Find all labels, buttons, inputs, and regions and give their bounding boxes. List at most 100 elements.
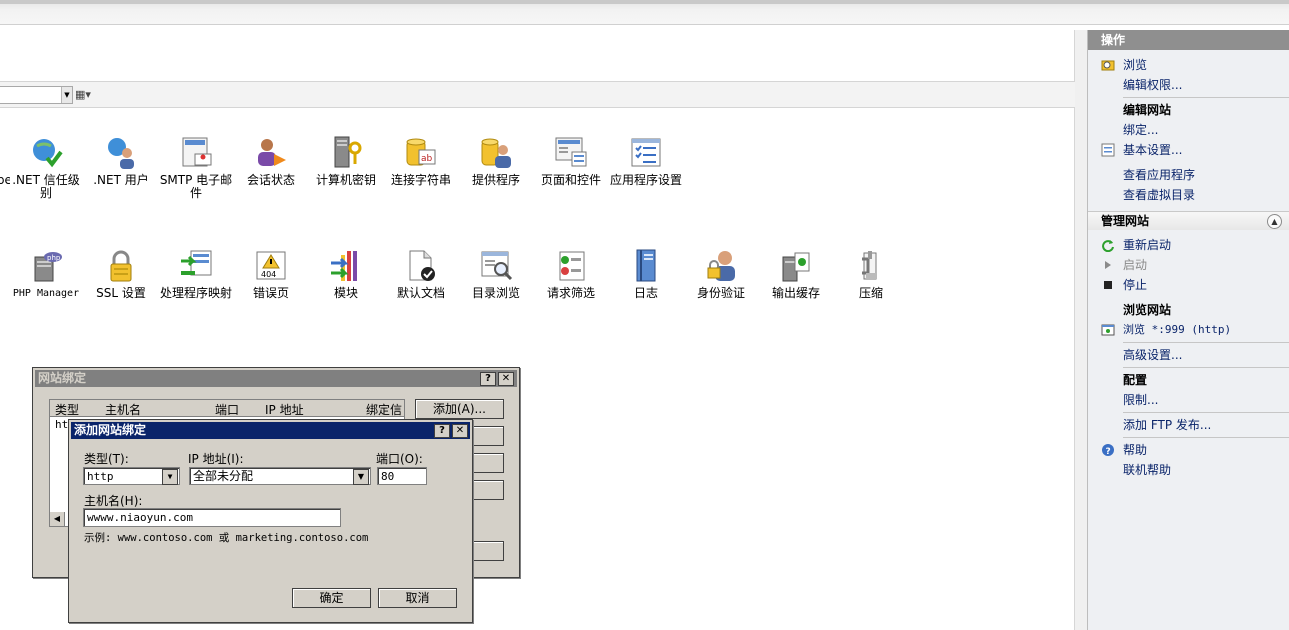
column-header[interactable]: IP 地址 (265, 401, 304, 418)
features-toolbar: ▼ ▦▾ (0, 81, 1075, 108)
cancel-button[interactable]: 取消 (378, 588, 457, 608)
close-icon[interactable]: ✕ (452, 424, 468, 438)
feature-php-manager[interactable]: php PHP Manager (8, 249, 84, 300)
feature-providers[interactable]: 提供程序 (458, 136, 534, 187)
limits-action[interactable]: 限制... (1088, 390, 1289, 410)
feature-label: 错误页 (252, 286, 289, 300)
column-header[interactable]: 类型 (55, 401, 79, 418)
help-action[interactable]: ? 帮助 (1088, 440, 1289, 460)
online-help-action[interactable]: 联机帮助 (1088, 460, 1289, 480)
actions-panel: 操作 浏览 编辑权限... 编辑网站 绑定... 基本设置... 查看应用程序 … (1087, 30, 1289, 630)
browser-window-icon (1101, 324, 1115, 336)
type-select[interactable]: http ▼ (83, 467, 180, 485)
feature-label: 日志 (633, 286, 658, 300)
config-header: 配置 (1088, 370, 1289, 390)
collapse-icon[interactable]: ▲ (1267, 214, 1282, 229)
settings-page-icon (1101, 143, 1115, 157)
port-label: 端口(O): (376, 452, 423, 466)
action-label: 浏览 *:999 (http) (1123, 323, 1232, 336)
divider (1123, 367, 1289, 368)
action-label: 绑定... (1123, 123, 1159, 137)
feature-pages-controls[interactable]: 页面和控件 (533, 136, 609, 187)
feature-dotnet-trust[interactable]: .NET 信任级别 (8, 136, 84, 200)
divider (1123, 97, 1289, 98)
start-action[interactable]: 启动 (1088, 255, 1289, 275)
feature-dotnet-users[interactable]: .NET 用户 (83, 136, 159, 187)
feature-session-state[interactable]: 会话状态 (233, 136, 309, 187)
edit-permissions-action[interactable]: 编辑权限... (1088, 75, 1289, 95)
chevron-down-icon[interactable]: ▼ (162, 469, 178, 485)
basic-settings-action[interactable]: 基本设置... (1088, 140, 1289, 160)
example-text: 示例: www.contoso.com 或 marketing.contoso.… (84, 532, 369, 544)
stop-action[interactable]: 停止 (1088, 275, 1289, 295)
feature-compression[interactable]: 压缩 (833, 249, 909, 300)
action-label: 编辑权限... (1123, 78, 1183, 92)
table-row[interactable]: ht (55, 418, 68, 431)
action-label: 重新启动 (1123, 238, 1172, 252)
column-header[interactable]: 端口 (215, 401, 239, 418)
feature-modules[interactable]: 模块 (308, 249, 384, 300)
dialog-title: 网站绑定 (35, 370, 517, 387)
view-applications-action[interactable]: 查看应用程序 (1088, 165, 1289, 185)
feature-authentication[interactable]: 身份验证 (683, 249, 759, 300)
browse-port-action[interactable]: 浏览 *:999 (http) (1088, 320, 1289, 340)
browse-action[interactable]: 浏览 (1088, 55, 1289, 75)
view-mode-button[interactable]: ▦▾ (75, 87, 99, 102)
ok-button[interactable]: 确定 (292, 588, 371, 608)
dialog-title: 添加网站绑定 (71, 422, 470, 439)
help-icon[interactable]: ? (434, 424, 450, 438)
feature-label: 身份验证 (696, 286, 745, 300)
feature-handler-mappings[interactable]: 处理程序映射 (158, 249, 234, 300)
host-label: 主机名(H): (84, 494, 143, 508)
feature-label: 计算机密钥 (315, 173, 376, 187)
feature-error-pages[interactable]: 404 错误页 (233, 249, 309, 300)
close-icon[interactable]: ✕ (498, 372, 514, 386)
add-binding-button[interactable]: 添加(A)... (415, 399, 504, 419)
restart-action[interactable]: 重新启动 (1088, 235, 1289, 255)
compression-icon (862, 251, 877, 280)
error-page-icon: 404 (256, 251, 286, 280)
modules-icon (331, 251, 357, 281)
ip-select[interactable]: 全部未分配 ▼ (189, 467, 371, 485)
svg-text:php: php (47, 254, 61, 262)
port-field[interactable]: 80 (377, 467, 427, 485)
feature-label: .NET 信任级别 (12, 173, 80, 200)
column-header[interactable]: 绑定信 (366, 401, 402, 418)
feature-directory-browsing[interactable]: 目录浏览 (458, 249, 534, 300)
action-label: 高级设置... (1123, 348, 1183, 362)
feature-label: 页面和控件 (540, 173, 601, 187)
feature-app-settings[interactable]: 应用程序设置 (608, 136, 684, 187)
connection-strings-icon: ab (406, 138, 436, 166)
request-filtering-icon (559, 251, 585, 281)
feature-output-caching[interactable]: 输出缓存 (758, 249, 834, 300)
bindings-action[interactable]: 绑定... (1088, 120, 1289, 140)
feature-request-filtering[interactable]: 请求筛选 (533, 249, 609, 300)
action-label: 添加 FTP 发布... (1123, 418, 1212, 432)
action-label: 基本设置... (1123, 143, 1183, 157)
view-virtual-dirs-action[interactable]: 查看虚拟目录 (1088, 185, 1289, 205)
chevron-down-icon[interactable]: ▼ (353, 469, 369, 485)
feature-smtp[interactable]: SMTP 电子邮件 (158, 136, 234, 200)
vertical-scrollbar[interactable] (1074, 30, 1088, 630)
help-icon: ? (1102, 444, 1114, 457)
section-label: 配置 (1123, 373, 1148, 387)
feature-connection-strings[interactable]: ab 连接字符串 (383, 136, 459, 187)
column-header[interactable]: 主机名 (105, 401, 141, 418)
host-name-field[interactable]: wwww.niaoyun.com (83, 508, 341, 527)
group-by-combo[interactable]: ▼ (0, 86, 73, 104)
feature-default-document[interactable]: 默认文档 (383, 249, 459, 300)
feature-machine-key[interactable]: 计算机密钥 (308, 136, 384, 187)
action-label: 浏览 (1123, 58, 1148, 72)
help-icon[interactable]: ? (480, 372, 496, 386)
feature-label: 模块 (333, 286, 358, 300)
feature-label: 目录浏览 (471, 286, 520, 300)
action-label: 启动 (1123, 258, 1148, 272)
feature-logging[interactable]: 日志 (608, 249, 684, 300)
chevron-down-icon[interactable]: ▼ (61, 87, 72, 103)
advanced-settings-action[interactable]: 高级设置... (1088, 345, 1289, 365)
feature-ssl[interactable]: SSL 设置 (83, 249, 159, 300)
manage-site-section[interactable]: 管理网站 ▲ (1088, 211, 1289, 230)
add-ftp-action[interactable]: 添加 FTP 发布... (1088, 415, 1289, 435)
chevron-left-icon[interactable]: ◀ (50, 512, 65, 526)
top-strip (0, 0, 1289, 4)
